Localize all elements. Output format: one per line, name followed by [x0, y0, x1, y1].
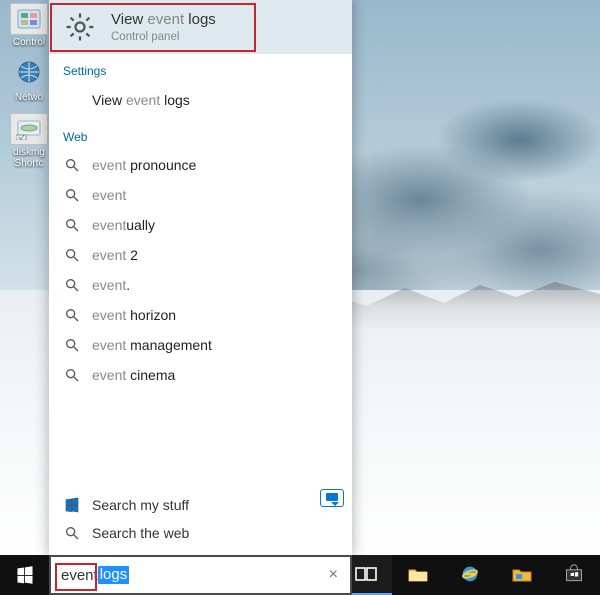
result-web-7[interactable]: event cinema [49, 360, 352, 390]
web-results: event pronounce event eventually event 2… [49, 146, 352, 394]
start-button[interactable] [0, 555, 49, 595]
search-icon [63, 367, 81, 383]
search-typed: event [61, 567, 98, 584]
search-input[interactable]: event logs × [49, 555, 352, 595]
result-view-event-logs[interactable]: View event logs [49, 84, 352, 116]
result-match: event [126, 92, 160, 108]
search-the-web-label: Search the web [92, 525, 189, 541]
result-match: event [92, 307, 126, 323]
result-web-0[interactable]: event pronounce [49, 150, 352, 180]
cortana-search-panel: View event logs Control panel Settings V… [49, 0, 352, 555]
result-web-4[interactable]: event. [49, 270, 352, 300]
search-icon [63, 307, 81, 323]
clear-search-button[interactable]: × [327, 566, 340, 584]
result-suffix: logs [160, 92, 190, 108]
control-panel-icon [10, 3, 48, 35]
result-match: event [92, 337, 126, 353]
desktop-icon-control-panel[interactable]: Control [3, 3, 55, 48]
section-settings: Settings [49, 54, 352, 80]
result-prefix: View [92, 92, 126, 108]
search-input-text: event logs [61, 566, 327, 585]
taskbar-pinned-folder[interactable] [496, 555, 548, 595]
search-icon [63, 337, 81, 353]
desktop-icons: Control Netwo diskmg Shortc [3, 3, 55, 179]
section-web: Web [49, 120, 352, 146]
search-icon [63, 217, 81, 233]
windows-icon [63, 497, 81, 513]
result-web-1[interactable]: event [49, 180, 352, 210]
best-match-prefix: View [111, 11, 147, 28]
search-my-stuff-label: Search my stuff [92, 497, 189, 513]
result-suffix: horizon [126, 307, 176, 323]
taskbar-internet-explorer[interactable] [444, 555, 496, 595]
result-suffix: management [126, 337, 212, 353]
result-suffix: cinema [126, 367, 175, 383]
result-suffix: pronounce [126, 157, 196, 173]
section-label: Settings [63, 64, 338, 78]
result-suffix: . [126, 277, 130, 293]
result-web-5[interactable]: event horizon [49, 300, 352, 330]
search-my-stuff[interactable]: Search my stuff [49, 491, 352, 519]
result-match: event [92, 367, 126, 383]
desktop-icon-diskmgmt[interactable]: diskmg Shortc [3, 113, 55, 169]
result-web-6[interactable]: event management [49, 330, 352, 360]
search-icon [63, 247, 81, 263]
cortana-feedback-icon[interactable] [320, 489, 344, 507]
gear-icon [63, 91, 81, 109]
search-icon [63, 157, 81, 173]
diskmgmt-icon [10, 113, 48, 145]
taskbar-tray [340, 555, 600, 595]
desktop-icon-label: diskmg Shortc [3, 147, 55, 169]
best-match-result[interactable]: View event logs Control panel [49, 0, 352, 54]
result-web-2[interactable]: eventually [49, 210, 352, 240]
desktop-icon-label: Netwo [3, 92, 55, 103]
best-match-subtitle: Control panel [111, 31, 216, 43]
best-match-text: View event logs Control panel [111, 11, 216, 43]
settings-results: View event logs [49, 80, 352, 120]
best-match-highlight: event [147, 11, 184, 28]
best-match-suffix: logs [184, 11, 216, 28]
result-suffix: ually [126, 217, 155, 233]
gear-icon [63, 10, 97, 44]
search-the-web[interactable]: Search the web [49, 519, 352, 547]
search-icon [63, 277, 81, 293]
network-icon [10, 58, 48, 90]
desktop-icon-label: Control [3, 37, 55, 48]
search-autocomplete-selection: logs [98, 566, 130, 585]
result-match: event [92, 217, 126, 233]
taskbar-file-explorer[interactable] [392, 555, 444, 595]
result-match: event [92, 157, 126, 173]
bottom-actions: Search my stuff Search the web [49, 486, 352, 555]
search-icon [63, 187, 81, 203]
result-match: event [92, 277, 126, 293]
taskbar-store[interactable] [548, 555, 600, 595]
result-web-3[interactable]: event 2 [49, 240, 352, 270]
section-label: Web [63, 130, 338, 144]
search-icon [63, 525, 81, 541]
result-match: event [92, 247, 126, 263]
result-suffix: 2 [126, 247, 138, 263]
result-match: event [92, 187, 126, 203]
desktop-icon-network[interactable]: Netwo [3, 58, 55, 103]
